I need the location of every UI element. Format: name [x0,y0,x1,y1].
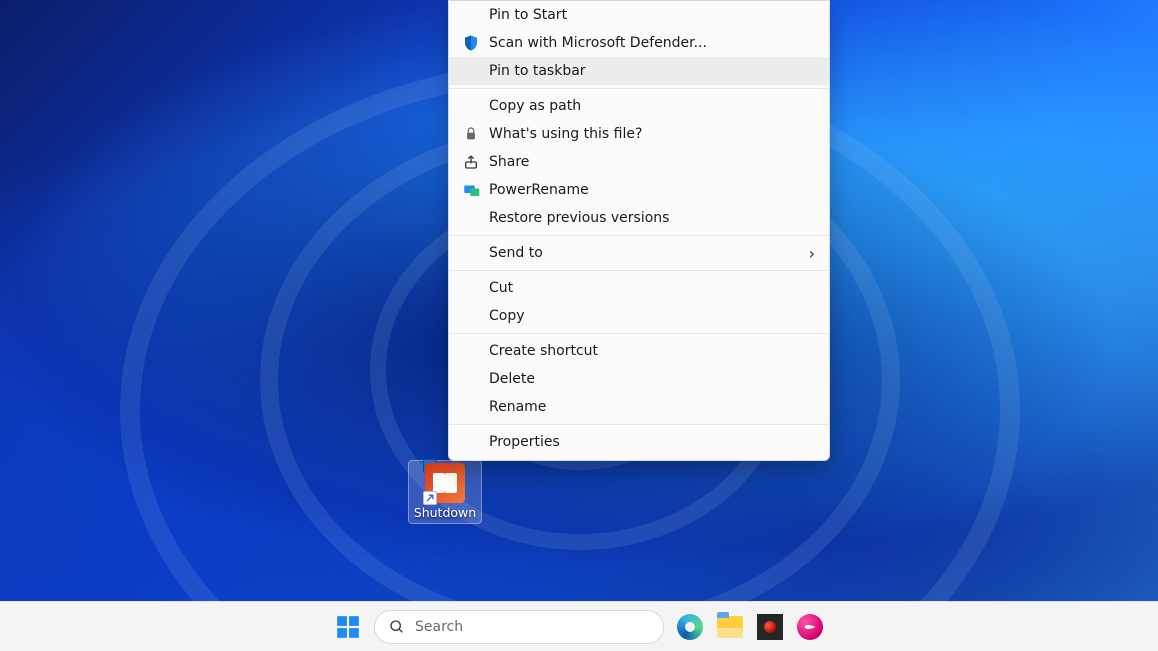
blank-icon [461,432,481,452]
menu-item-label: Send to [489,245,809,261]
menu-item-label: Create shortcut [489,343,815,359]
shield-icon [461,33,481,53]
start-button[interactable] [334,613,362,641]
blank-icon [461,243,481,263]
desktop-icon-label: Shutdown [411,505,479,520]
taskbar-search[interactable]: Search [374,610,664,644]
taskbar: Search [0,601,1158,651]
menu-item-rename[interactable]: Rename [449,393,829,421]
blank-icon [461,96,481,116]
taskbar-app-pink[interactable] [796,613,824,641]
menu-item-label: PowerRename [489,182,815,198]
chevron-right-icon: › [809,244,815,263]
context-menu: Pin to Start Scan with Microsoft Defender… [448,0,830,461]
menu-item-restore[interactable]: Restore previous versions [449,204,829,232]
search-icon [389,619,405,635]
menu-item-label: Restore previous versions [489,210,815,226]
blank-icon [461,61,481,81]
blank-icon [461,278,481,298]
blank-icon [461,397,481,417]
menu-item-delete[interactable]: Delete [449,365,829,393]
menu-item-label: Copy [489,308,815,324]
menu-item-label: Delete [489,371,815,387]
shortcut-arrow-icon [423,491,437,505]
menu-item-label: Rename [489,399,815,415]
taskbar-app-file-explorer[interactable] [716,613,744,641]
menu-item-cut[interactable]: Cut [449,274,829,302]
menu-item-label: Cut [489,280,815,296]
menu-item-defender[interactable]: Scan with Microsoft Defender... [449,29,829,57]
menu-item-label: What's using this file? [489,126,815,142]
blank-icon [461,306,481,326]
menu-item-label: Properties [489,434,815,450]
blank-icon [461,5,481,25]
blank-icon [461,369,481,389]
taskbar-app-recorder[interactable] [756,613,784,641]
desktop-icon-shutdown[interactable]: Shutdown [408,460,482,524]
share-icon [461,152,481,172]
menu-item-copy[interactable]: Copy [449,302,829,330]
blank-icon [461,341,481,361]
taskbar-app-edge[interactable] [676,613,704,641]
powerrename-icon [461,180,481,200]
desktop[interactable]: Shutdown Pin to Start Scan with Microsoft… [0,0,1158,651]
menu-item-pin-taskbar[interactable]: Pin to taskbar [449,57,829,85]
menu-item-label: Pin to taskbar [489,63,815,79]
menu-item-label: Pin to Start [489,7,815,23]
menu-item-shortcut[interactable]: Create shortcut [449,337,829,365]
menu-item-label: Scan with Microsoft Defender... [489,35,815,51]
menu-item-properties[interactable]: Properties [449,428,829,456]
menu-item-label: Share [489,154,815,170]
menu-item-copy-path[interactable]: Copy as path [449,92,829,120]
menu-item-powerrename[interactable]: PowerRename [449,176,829,204]
menu-item-label: Copy as path [489,98,815,114]
blank-icon [461,208,481,228]
menu-item-share[interactable]: Share [449,148,829,176]
lock-icon [461,124,481,144]
menu-item-pin-start[interactable]: Pin to Start [449,1,829,29]
search-placeholder: Search [415,619,463,635]
menu-item-send-to[interactable]: Send to› [449,239,829,267]
menu-item-using-file[interactable]: What's using this file? [449,120,829,148]
